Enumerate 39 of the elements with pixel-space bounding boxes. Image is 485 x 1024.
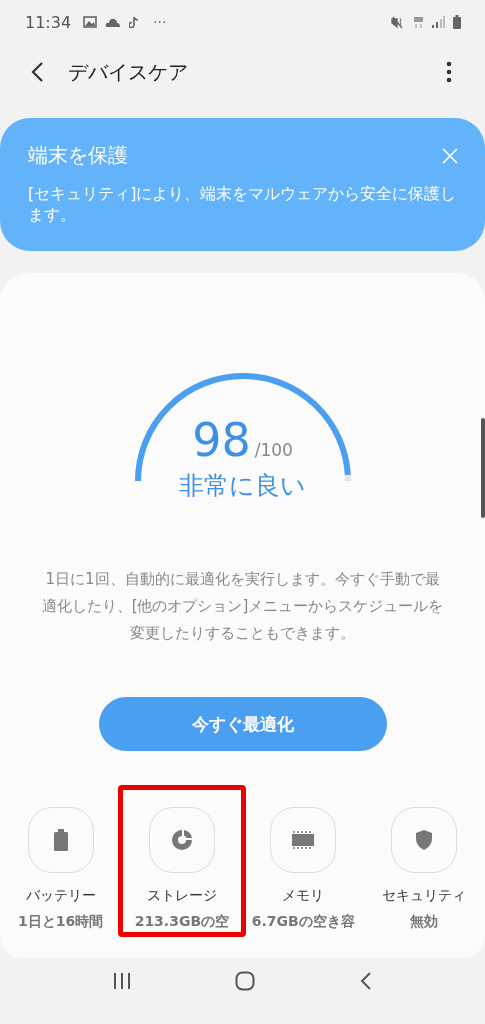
item-value: 6.7GBの空き容 bbox=[251, 913, 355, 931]
banner-title: 端末を保護 bbox=[28, 142, 128, 169]
score-value: 98 bbox=[192, 413, 251, 467]
storage-button[interactable] bbox=[148, 807, 215, 873]
description-text: 1日に1回、自動的に最適化を実行します。今すぐ手動で最適化したり、[他のオプション]メニューからスケジュールを変更したりすることもできます。 bbox=[40, 569, 445, 644]
more-options-icon[interactable] bbox=[445, 61, 453, 83]
back-button[interactable] bbox=[30, 61, 46, 83]
memory-chip-icon bbox=[291, 830, 316, 850]
protect-banner[interactable]: 端末を保護 [セキュリティ]により、端末をマルウェアから安全に保護します。 bbox=[0, 118, 485, 251]
memory-button[interactable] bbox=[270, 807, 337, 873]
item-label: セキュリティ bbox=[382, 887, 467, 905]
battery-icon bbox=[453, 15, 461, 29]
item-value: 1日と16時間 bbox=[18, 913, 104, 931]
score-max: /100 bbox=[254, 440, 293, 460]
score-rating: 非常に良い bbox=[179, 470, 306, 502]
pie-chart-icon bbox=[170, 829, 193, 851]
battery-button[interactable] bbox=[27, 807, 94, 873]
item-label: メモリ bbox=[282, 887, 325, 905]
gallery-icon bbox=[83, 16, 98, 28]
network-icon bbox=[413, 15, 424, 29]
back-nav-button[interactable] bbox=[359, 971, 374, 991]
shield-icon bbox=[415, 829, 434, 851]
item-label: バッテリー bbox=[25, 887, 96, 905]
item-value: 213.3GBの空 bbox=[134, 913, 230, 931]
status-time: 11:34 bbox=[25, 12, 72, 32]
signal-icon bbox=[432, 16, 445, 28]
battery-icon bbox=[53, 829, 68, 851]
security-button[interactable] bbox=[391, 807, 458, 873]
recent-apps-button[interactable] bbox=[111, 972, 132, 990]
item-value: 無効 bbox=[410, 913, 439, 931]
more-notifications: ··· bbox=[153, 14, 167, 30]
music-note-icon bbox=[129, 16, 140, 28]
vibrate-icon bbox=[391, 15, 405, 29]
banner-text: [セキュリティ]により、端末をマルウェアから安全に保護します。 bbox=[28, 183, 458, 225]
home-button[interactable] bbox=[235, 971, 256, 991]
page-title: デバイスケア bbox=[68, 58, 189, 86]
cloud-icon bbox=[105, 17, 122, 27]
item-label: ストレージ bbox=[146, 887, 217, 905]
optimize-button[interactable]: 今すぐ最適化 bbox=[98, 697, 387, 751]
